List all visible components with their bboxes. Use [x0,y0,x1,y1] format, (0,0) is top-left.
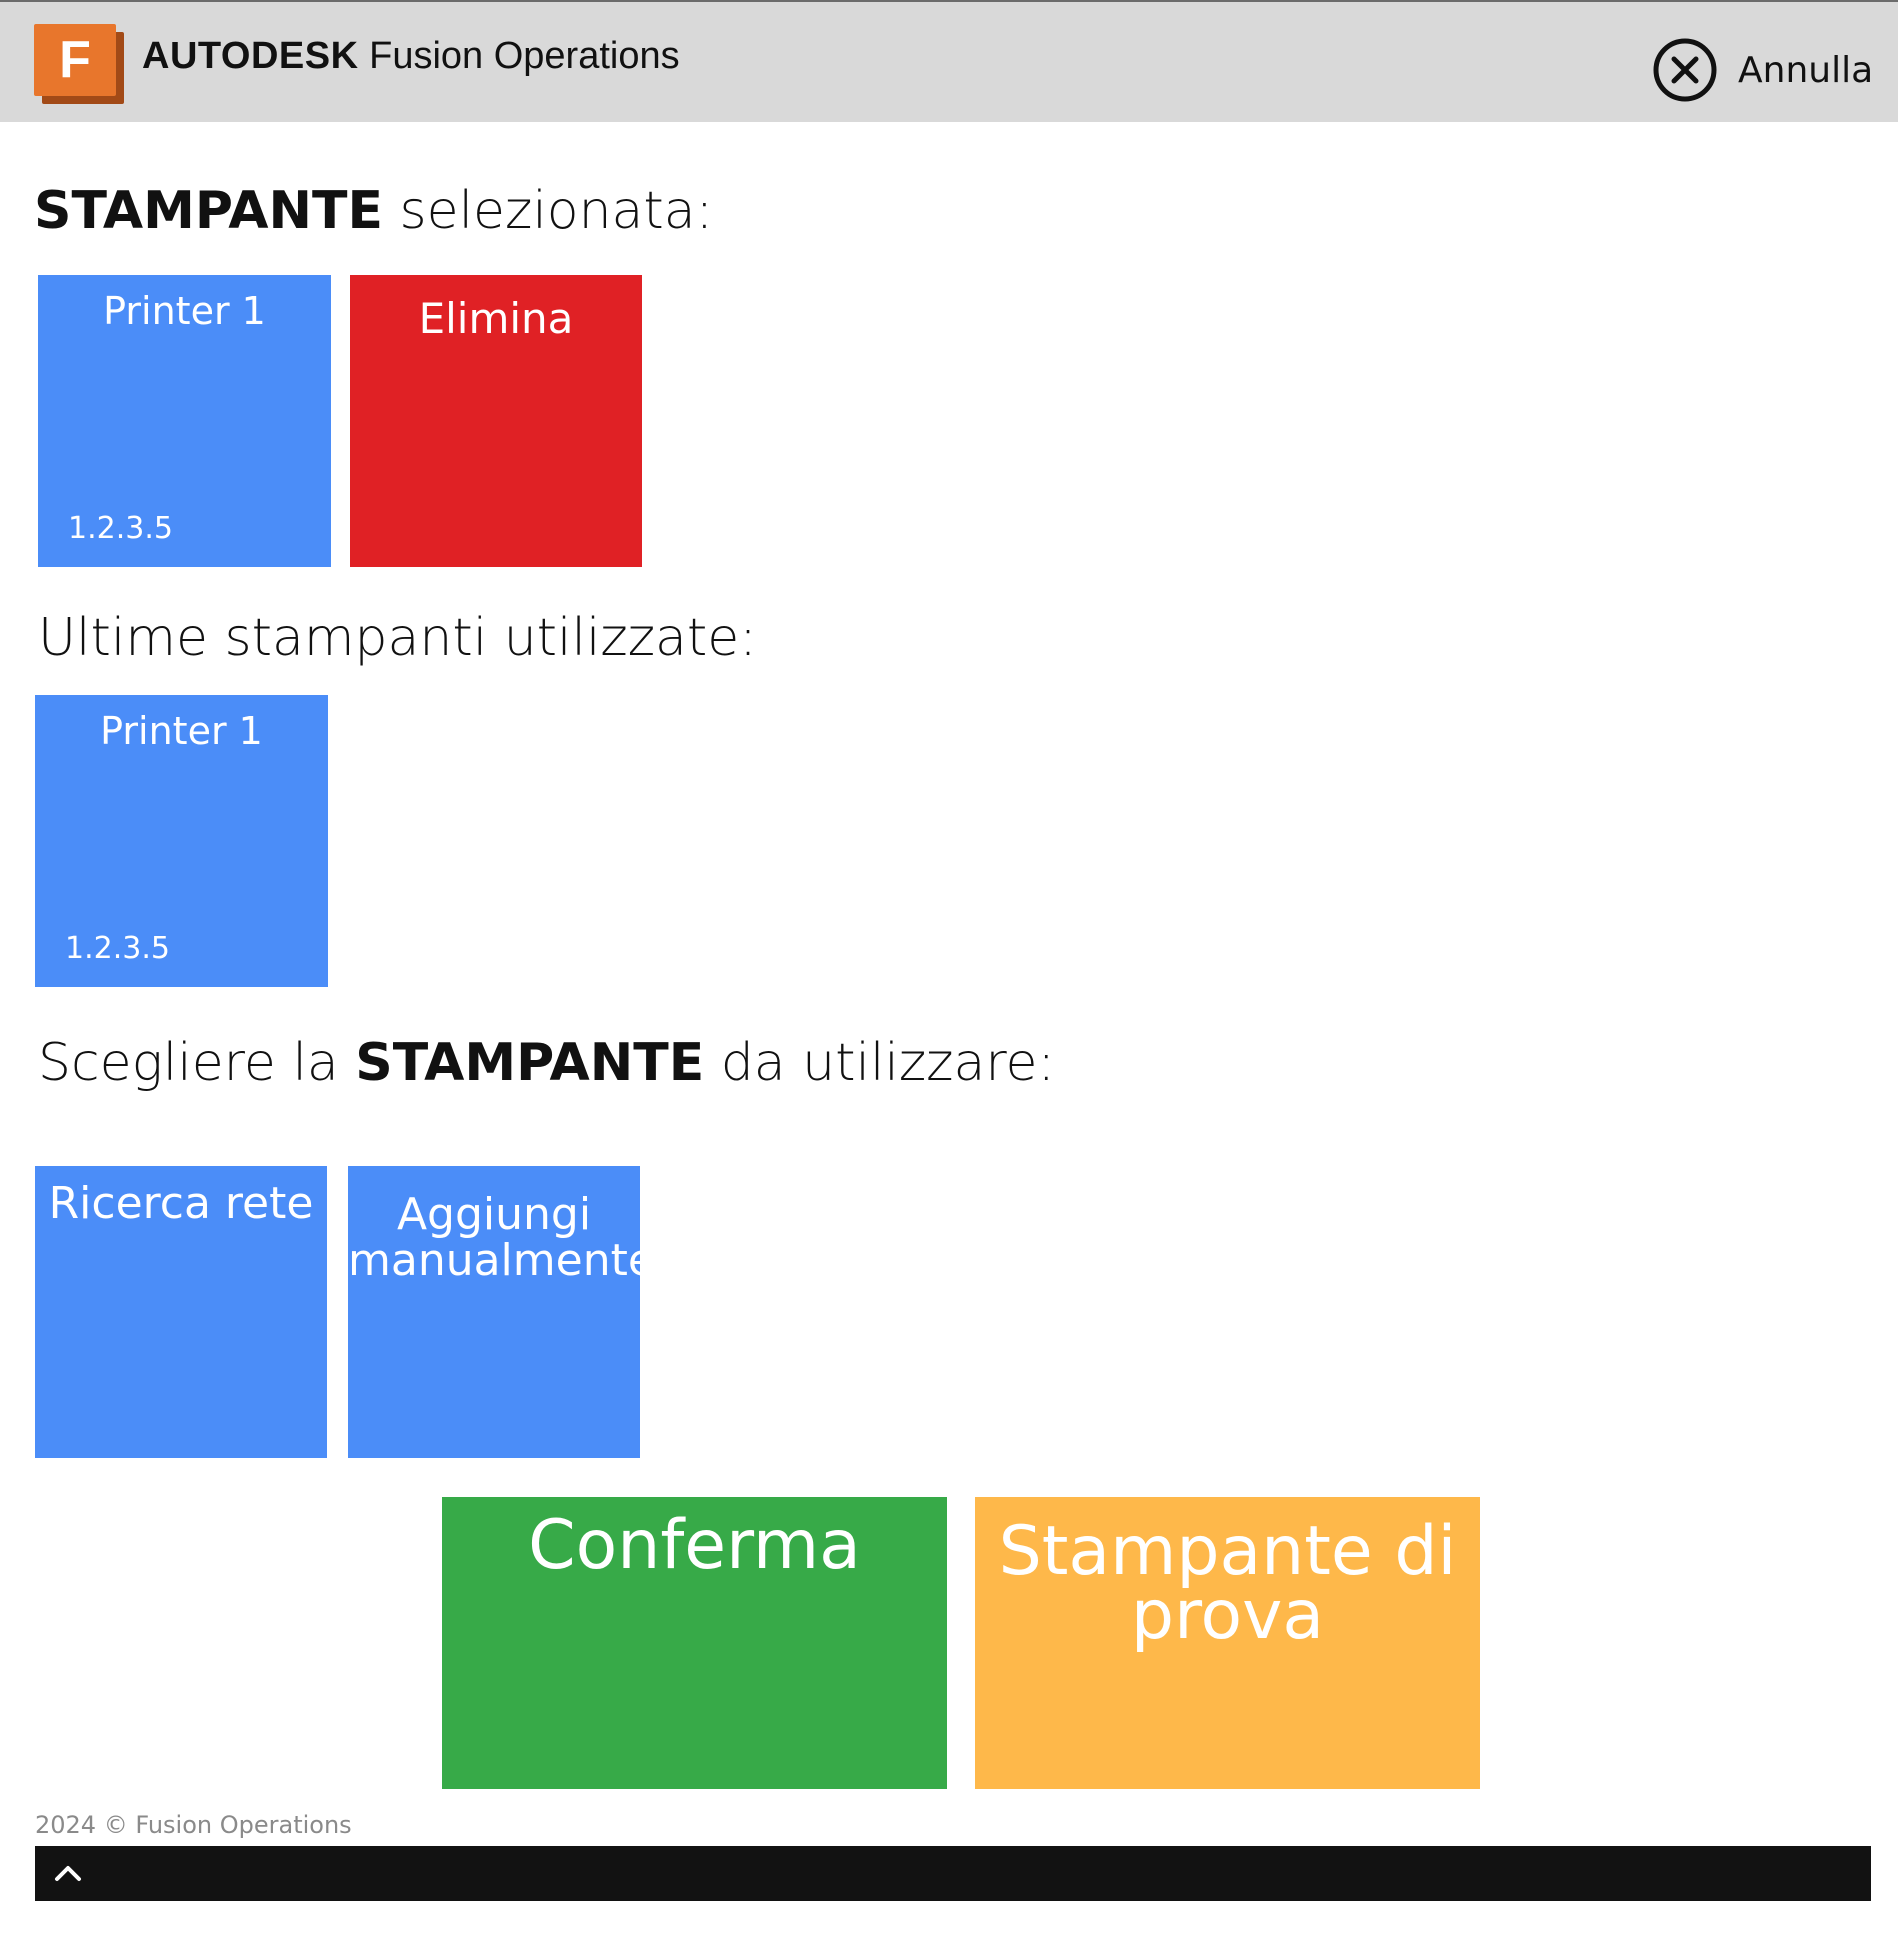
brand-autodesk: AUTODESK [142,35,359,77]
copyright-text: 2024 © Fusion Operations [35,1811,352,1839]
add-manually-label-line1: Aggiungi [396,1189,592,1240]
cancel-button[interactable]: Annulla [1652,36,1873,104]
add-manually-label-line2: manualmente [348,1235,655,1286]
printer-name: Printer 1 [103,289,266,333]
heading-bold-stampante: STAMPANTE [355,1033,705,1093]
recent-printer-tile[interactable]: Printer 1 1.2.3.5 [35,695,328,987]
test-print-button[interactable]: Stampante di prova [975,1497,1480,1789]
footer-bar [35,1846,1871,1901]
delete-printer-button[interactable]: Elimina [350,275,642,567]
selected-printer-tile[interactable]: Printer 1 1.2.3.5 [38,275,331,567]
selected-printer-heading: STAMPANTE selezionata: [34,178,713,244]
logo-letter: F [59,31,91,89]
network-search-button[interactable]: Ricerca rete [35,1166,327,1458]
choose-printer-heading: Scegliere la STAMPANTE da utilizzare: [38,1030,1055,1096]
chevron-up-icon[interactable] [51,1856,85,1890]
printer-name: Printer 1 [100,709,263,753]
app-brand-title: AUTODESK Fusion Operations [142,32,680,80]
add-manually-button[interactable]: Aggiungi manualmente [348,1166,655,1458]
network-search-label: Ricerca rete [48,1178,314,1229]
heading-post: da utilizzare: [704,1033,1056,1093]
printer-ip: 1.2.3.5 [65,931,170,966]
brand-product: Fusion Operations [358,35,680,77]
test-print-label-line2: prova [1130,1576,1325,1655]
app-header: F AUTODESK Fusion Operations Annulla [0,0,1898,122]
heading-pre: Scegliere la [38,1033,356,1093]
delete-label: Elimina [418,294,574,343]
confirm-label: Conferma [528,1506,861,1585]
printer-ip: 1.2.3.5 [68,511,173,546]
recent-printers-heading: Ultime stampanti utilizzate: [38,608,757,668]
cancel-label[interactable]: Annulla [1738,50,1873,91]
heading-rest: selezionata: [382,181,714,241]
fusion-logo-icon: F [34,24,124,104]
heading-bold-stampante: STAMPANTE [34,181,383,241]
close-circle-icon[interactable] [1652,37,1718,103]
confirm-button[interactable]: Conferma [442,1497,947,1789]
